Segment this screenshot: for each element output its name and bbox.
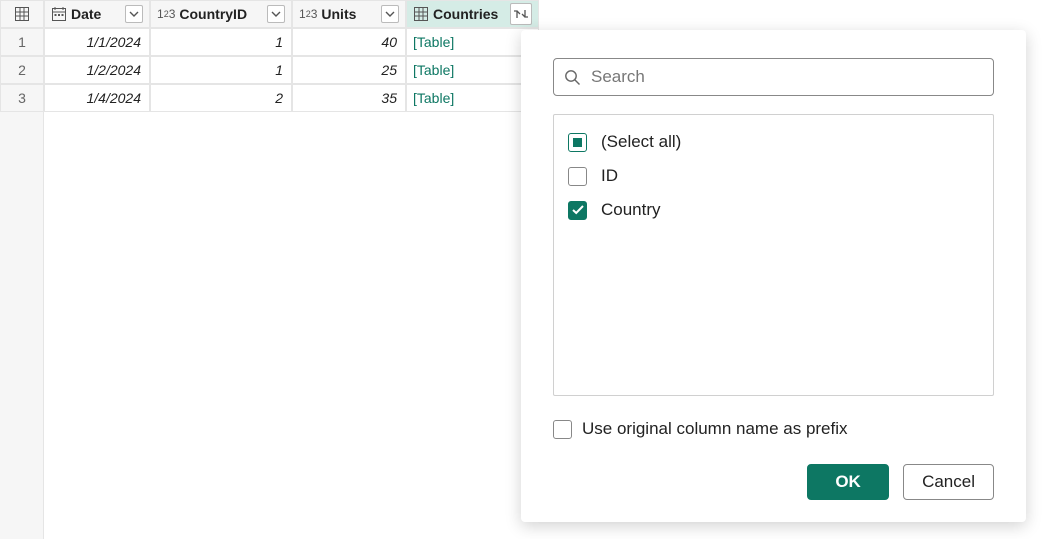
checkbox-checked[interactable] <box>568 201 587 220</box>
cell-units[interactable]: 40 <box>292 28 406 56</box>
prefix-label: Use original column name as prefix <box>582 419 848 439</box>
cell-countryid[interactable]: 1 <box>150 28 292 56</box>
grid-corner[interactable] <box>0 0 44 28</box>
column-header-countryid[interactable]: 123 CountryID <box>150 0 292 28</box>
search-input[interactable] <box>589 66 983 88</box>
option-label: (Select all) <box>601 132 681 152</box>
prefix-option[interactable]: Use original column name as prefix <box>553 416 994 442</box>
select-all-option[interactable]: (Select all) <box>568 125 979 159</box>
search-box[interactable] <box>553 58 994 96</box>
column-header-date[interactable]: Date <box>44 0 150 28</box>
column-header-units[interactable]: 123 Units <box>292 0 406 28</box>
number-type-icon: 123 <box>299 7 317 21</box>
expand-column-button[interactable] <box>510 3 532 25</box>
checkbox-indeterminate[interactable] <box>568 133 587 152</box>
expand-icon <box>513 7 529 21</box>
column-header-countries[interactable]: Countries <box>406 0 539 28</box>
column-filter-button[interactable] <box>125 5 143 23</box>
ok-button[interactable]: OK <box>807 464 889 500</box>
expand-column-popup: (Select all) ID Country Use original col… <box>521 30 1026 522</box>
checkmark-icon <box>572 205 584 215</box>
option-id[interactable]: ID <box>568 159 979 193</box>
chevron-down-icon <box>385 9 395 19</box>
cell-date[interactable]: 1/2/2024 <box>44 56 150 84</box>
option-label: Country <box>601 200 661 220</box>
number-type-icon: 123 <box>157 7 175 21</box>
column-select-list: (Select all) ID Country <box>553 114 994 396</box>
popup-buttons: OK Cancel <box>553 464 994 500</box>
row-number[interactable]: 3 <box>0 84 44 112</box>
row-number[interactable]: 1 <box>0 28 44 56</box>
column-label: Units <box>321 6 377 22</box>
cancel-button[interactable]: Cancel <box>903 464 994 500</box>
column-label: CountryID <box>179 6 263 22</box>
cell-countryid[interactable]: 2 <box>150 84 292 112</box>
chevron-down-icon <box>271 9 281 19</box>
cell-countries[interactable]: [Table] <box>406 84 539 112</box>
cell-date[interactable]: 1/1/2024 <box>44 28 150 56</box>
column-label: Date <box>71 6 121 22</box>
cell-units[interactable]: 35 <box>292 84 406 112</box>
cell-countries[interactable]: [Table] <box>406 56 539 84</box>
table-icon <box>14 6 30 22</box>
chevron-down-icon <box>129 9 139 19</box>
calendar-icon <box>51 6 67 22</box>
cell-date[interactable]: 1/4/2024 <box>44 84 150 112</box>
column-filter-button[interactable] <box>381 5 399 23</box>
column-label: Countries <box>433 6 506 22</box>
checkbox-unchecked[interactable] <box>553 420 572 439</box>
column-filter-button[interactable] <box>267 5 285 23</box>
table-icon <box>413 6 429 22</box>
option-country[interactable]: Country <box>568 193 979 227</box>
row-number[interactable]: 2 <box>0 56 44 84</box>
search-icon <box>564 69 581 86</box>
option-label: ID <box>601 166 618 186</box>
cell-countries[interactable]: [Table] <box>406 28 539 56</box>
checkbox-unchecked[interactable] <box>568 167 587 186</box>
cell-countryid[interactable]: 1 <box>150 56 292 84</box>
cell-units[interactable]: 25 <box>292 56 406 84</box>
